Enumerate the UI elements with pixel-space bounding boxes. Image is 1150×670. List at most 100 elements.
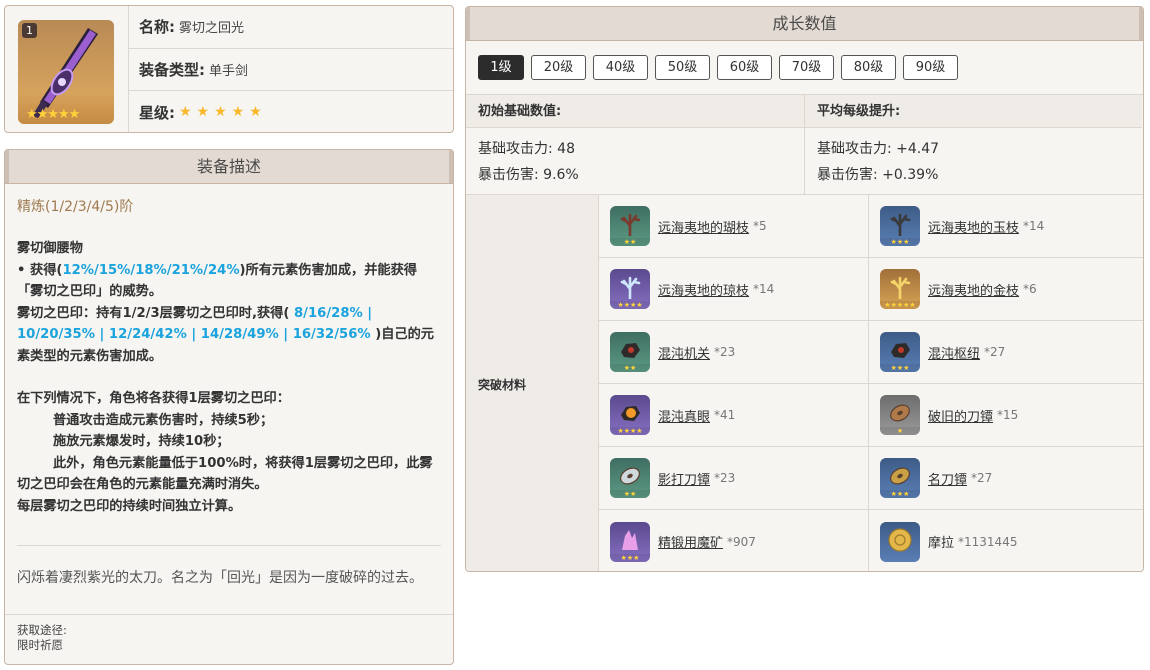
material-stars: ★★★ [880, 490, 920, 498]
material-count: *27 [984, 345, 1006, 359]
inc-atk: 基础攻击力: +4.47 [817, 141, 940, 157]
golden-branch-icon[interactable]: ★★★★★ [880, 269, 920, 309]
growth-header: 成长数值 [466, 7, 1143, 41]
material-cell: ★★ 影打刀镡 *23 [599, 447, 869, 510]
material-name[interactable]: 名刀镡 [928, 469, 967, 488]
material-count: *41 [714, 408, 736, 422]
rarity-stars: ★★★★★ [179, 104, 267, 121]
material-count: *907 [727, 534, 756, 549]
increment-stats-heading: 平均每级提升: [805, 95, 1142, 128]
increment-stats-column: 平均每级提升: 基础攻击力: +4.47 暴击伤害: +0.39% [804, 95, 1142, 194]
description-panel: 装备描述 精炼(1/2/3/4/5)阶 雾切御腰物 • 获得(12%/15%/1… [4, 149, 454, 665]
base-crit: 暴击伤害: 9.6% [478, 167, 579, 183]
material-name[interactable]: 精锻用魔矿 [658, 532, 723, 551]
material-stars: ★★ [610, 490, 650, 498]
material-name[interactable]: 破旧的刀镡 [928, 406, 993, 425]
material-name[interactable]: 影打刀镡 [658, 469, 710, 488]
level-button-5[interactable]: 70级 [779, 55, 834, 80]
level-button-3[interactable]: 50级 [655, 55, 710, 80]
stat-grid: 初始基础数值: 基础攻击力: 48 暴击伤害: 9.6% 平均每级提升: 基础攻… [466, 95, 1143, 195]
effect-line-1: • 获得(12%/15%/18%/21%/24%)所有元素伤害加成，并能获得「雾… [17, 260, 441, 303]
name-row: 名称: 雾切之回光 [129, 6, 453, 49]
level-selector: 1级 20级 40级 50级 60级 70级 80级 90级 [466, 41, 1143, 95]
description-body: 雾切御腰物 • 获得(12%/15%/18%/21%/24%)所有元素伤害加成，… [5, 216, 453, 517]
jeweled-branch-icon[interactable]: ★★★★ [610, 269, 650, 309]
growth-panel: 成长数值 1级 20级 40级 50级 60级 70级 80级 90级 初始基础数值: 基础攻… [465, 6, 1144, 572]
material-stars: ★★★ [880, 238, 920, 246]
material-name[interactable]: 远海夷地的玉枝 [928, 217, 1019, 236]
material-stars: ★★★★★ [880, 301, 920, 309]
base-atk: 基础攻击力: 48 [478, 141, 575, 157]
material-stars: ★★★ [610, 553, 650, 562]
type-label: 装备类型: [139, 60, 205, 79]
material-count: *23 [714, 345, 736, 359]
coral-branch-icon[interactable]: ★★ [610, 206, 650, 246]
material-count: *5 [753, 219, 767, 233]
effect-line-3: 在下列情况下，角色将各获得1层雾切之巴印： [17, 391, 290, 406]
material-name[interactable]: 混沌枢纽 [928, 343, 980, 362]
weapon-level-badge: 1 [22, 23, 37, 38]
material-cell: ★★ 远海夷地的瑚枝 *5 [599, 195, 869, 258]
inc-crit: 暴击伤害: +0.39% [817, 167, 939, 183]
material-name[interactable]: 混沌真眼 [658, 406, 710, 425]
material-cell: ★★★★ 远海夷地的琼枝 *14 [599, 258, 869, 321]
description-divider [17, 545, 441, 546]
material-name[interactable]: 远海夷地的瑚枝 [658, 217, 749, 236]
weapon-icon-stars: ★★★★★ [26, 107, 80, 122]
famed-handguard-icon[interactable]: ★★★ [880, 458, 920, 498]
materials-grid: ★★ 远海夷地的瑚枝 *5 ★★★ 远海夷地的玉枝 *14 ★★★★ 远海夷地的琼枝 *14 ★★… [599, 195, 1143, 571]
material-stars: ★★★ [880, 364, 920, 372]
material-count: *23 [714, 471, 736, 485]
skill-name: 雾切御腰物 [17, 241, 83, 256]
base-stats-heading: 初始基础数值: [466, 95, 804, 128]
effect-line-2-prefix: 雾切之巴印：持有1/2/3层雾切之巴印时,获得( [17, 305, 290, 321]
jade-branch-icon[interactable]: ★★★ [880, 206, 920, 246]
level-button-0[interactable]: 1级 [478, 55, 524, 80]
level-button-6[interactable]: 80级 [841, 55, 896, 80]
effect-line-2: 雾切之巴印：持有1/2/3层雾切之巴印时,获得( 8/16/28% | 10/2… [17, 303, 441, 368]
material-cell: ★★★ 精锻用魔矿 *907 [599, 510, 869, 571]
material-cell: ★ 破旧的刀镡 *15 [869, 384, 1143, 447]
material-count: *15 [997, 408, 1019, 422]
weapon-image: 1 ★★★★★ [18, 20, 114, 124]
obtain-value: 限时祈愿 [17, 638, 63, 652]
rarity-label: 星级: [139, 103, 175, 122]
material-count: *14 [753, 282, 775, 296]
level-button-1[interactable]: 20级 [531, 55, 586, 80]
effect-line-4: 普通攻击造成元素伤害时，持续5秒； [53, 412, 274, 428]
effect-line-5: 施放元素爆发时，持续10秒； [53, 434, 230, 449]
chaos-circuit-icon[interactable]: ★★★ [880, 332, 920, 372]
material-stars: ★ [880, 427, 920, 435]
material-name[interactable]: 远海夷地的琼枝 [658, 280, 749, 299]
material-stars: ★★ [610, 364, 650, 372]
material-count: *27 [971, 471, 993, 485]
chaos-core-icon[interactable]: ★★★★ [610, 395, 650, 435]
material-cell: 摩拉 *1131445 [869, 510, 1143, 571]
material-count: *14 [1023, 219, 1045, 233]
obtain-section: 获取途径: 限时祈愿 [5, 614, 453, 664]
material-name[interactable]: 混沌机关 [658, 343, 710, 362]
material-cell: ★★★★ 混沌真眼 *41 [599, 384, 869, 447]
material-stars: ★★★★ [610, 301, 650, 309]
material-count: *1131445 [958, 534, 1018, 549]
materials-section: 突破材料 ★★ 远海夷地的瑚枝 *5 ★★★ 远海夷地的玉枝 *14 ★★★★ 远海夷地的琼枝… [466, 195, 1143, 571]
old-handguard-icon[interactable]: ★ [880, 395, 920, 435]
material-cell: ★★★★★ 远海夷地的金枝 *6 [869, 258, 1143, 321]
material-count: *6 [1023, 282, 1037, 296]
effect-line-1-values: 12%/15%/18%/21%/24% [62, 262, 240, 278]
material-cell: ★★★ 名刀镡 *27 [869, 447, 1143, 510]
kageuchi-handguard-icon[interactable]: ★★ [610, 458, 650, 498]
material-cell: ★★ 混沌机关 *23 [599, 321, 869, 384]
level-button-2[interactable]: 40级 [593, 55, 648, 80]
effect-line-1-prefix: • 获得( [17, 262, 63, 278]
rarity-row: 星级: ★★★★★ [129, 91, 453, 132]
chaos-device-icon[interactable]: ★★ [610, 332, 650, 372]
mystic-ore-icon[interactable]: ★★★ [610, 521, 650, 562]
mora-coin-icon[interactable] [880, 521, 920, 562]
weapon-icon-box: 1 ★★★★★ [5, 6, 129, 132]
level-button-7[interactable]: 90级 [903, 55, 958, 80]
weapon-type: 单手剑 [209, 63, 249, 79]
level-button-4[interactable]: 60级 [717, 55, 772, 80]
material-name[interactable]: 远海夷地的金枝 [928, 280, 1019, 299]
material-name: 摩拉 [928, 536, 955, 551]
